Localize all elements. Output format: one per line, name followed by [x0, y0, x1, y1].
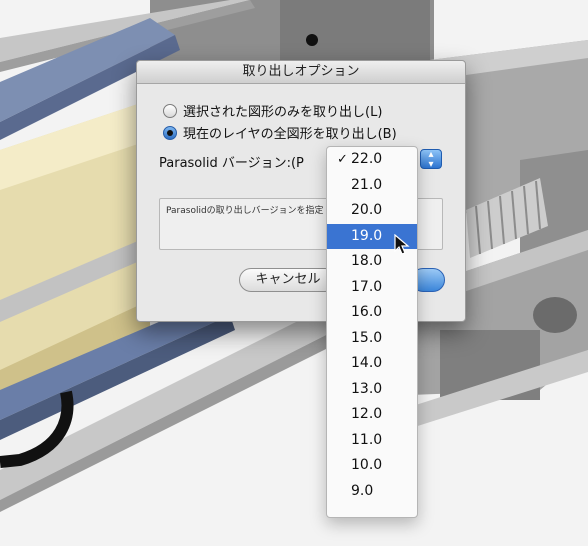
version-item-label: 21.0 [351, 176, 383, 193]
version-dropdown-menu: ✓ 22.0 21.0 20.0 19.0 18.0 17.0 16.0 15.0… [326, 146, 418, 518]
version-item-16[interactable]: 16.0 [327, 300, 417, 326]
radio-button-selected-icon[interactable] [163, 125, 177, 140]
version-item-label: 10.0 [351, 457, 383, 473]
description-text: Parasolidの取り出しバージョンを指定 [166, 206, 324, 216]
dialog-title: 取り出しオプション [137, 61, 465, 84]
cancel-button[interactable]: キャンセル [239, 268, 337, 292]
version-item-14[interactable]: 14.0 [327, 351, 417, 377]
version-item-9[interactable]: 9.0 [327, 479, 417, 505]
radio-option-label: 選択された図形のみを取り出し(L) [183, 105, 383, 120]
version-item-label: 15.0 [351, 329, 383, 346]
version-item-11[interactable]: 11.0 [327, 428, 417, 454]
version-item-label: 19.0 [351, 227, 383, 244]
version-item-label: 20.0 [351, 202, 383, 218]
radio-option-label: 現在のレイヤの全図形を取り出し(B) [183, 127, 397, 142]
version-item-17[interactable]: 17.0 [327, 275, 417, 301]
version-item-13[interactable]: 13.0 [327, 377, 417, 403]
version-item-15[interactable]: 15.0 [327, 326, 417, 352]
version-item-label: 9.0 [351, 482, 374, 499]
version-item-label: 17.0 [351, 278, 383, 295]
version-item-12[interactable]: 12.0 [327, 402, 417, 428]
version-item-label: 18.0 [351, 253, 383, 269]
version-item-label: 12.0 [351, 406, 383, 422]
radio-option-selected-only[interactable]: 選択された図形のみを取り出し(L) [163, 101, 382, 120]
checkmark-icon: ✓ [337, 152, 348, 167]
radio-option-all-layer[interactable]: 現在のレイヤの全図形を取り出し(B) [163, 123, 397, 142]
version-item-label: 11.0 [351, 431, 383, 448]
version-item-label: 13.0 [351, 380, 383, 397]
mouse-pointer-icon [394, 234, 410, 255]
version-item-21[interactable]: 21.0 [327, 173, 417, 199]
version-popup-arrows-icon[interactable]: ▴ ▾ [420, 149, 442, 170]
version-item-20[interactable]: 20.0 [327, 198, 417, 224]
parasolid-version-label: Parasolid バージョン:(P [159, 156, 304, 171]
version-item-10[interactable]: 10.0 [327, 453, 417, 479]
radio-button-icon[interactable] [163, 103, 177, 118]
version-item-label: 22.0 [351, 151, 383, 167]
version-item-22[interactable]: ✓ 22.0 [327, 147, 417, 173]
version-item-label: 14.0 [351, 355, 383, 371]
version-item-label: 16.0 [351, 304, 383, 320]
